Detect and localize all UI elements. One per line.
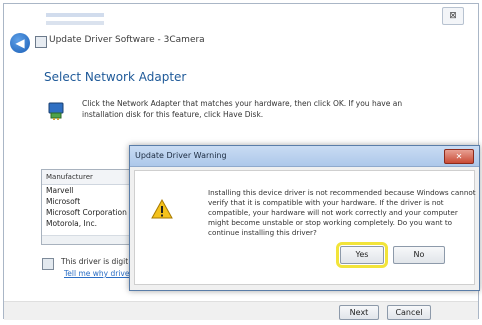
blurred-titlebar-text	[46, 13, 104, 27]
yes-button[interactable]: Yes	[336, 242, 388, 268]
wizard-title: Update Driver Software - 3Camera	[49, 35, 205, 45]
cancel-button[interactable]: Cancel	[387, 305, 431, 320]
window-close-button[interactable]: ⊠	[442, 7, 464, 25]
no-button[interactable]: No	[393, 246, 445, 264]
dialog-close-button[interactable]: ✕	[444, 149, 474, 164]
warning-message: Installing this device driver is not rec…	[208, 188, 476, 237]
driver-signed-icon	[42, 258, 54, 270]
driver-signed-text: This driver is digit	[61, 257, 129, 266]
page-heading: Select Network Adapter	[44, 70, 187, 84]
wizard-icon	[35, 36, 47, 48]
dialog-titlebar[interactable]: Update Driver Warning ✕	[130, 146, 479, 167]
warning-icon	[151, 199, 173, 219]
back-arrow-icon[interactable]: ◀	[10, 33, 30, 53]
update-driver-warning-dialog: Update Driver Warning ✕ Installing this …	[129, 145, 480, 291]
next-button[interactable]: Next	[339, 305, 379, 320]
instructions-text: Click the Network Adapter that matches y…	[82, 99, 403, 119]
dialog-body: Installing this device driver is not rec…	[134, 170, 476, 285]
driver-signing-link[interactable]: Tell me why driver	[64, 269, 133, 278]
network-adapter-icon	[48, 102, 64, 120]
dialog-title: Update Driver Warning	[135, 151, 227, 160]
